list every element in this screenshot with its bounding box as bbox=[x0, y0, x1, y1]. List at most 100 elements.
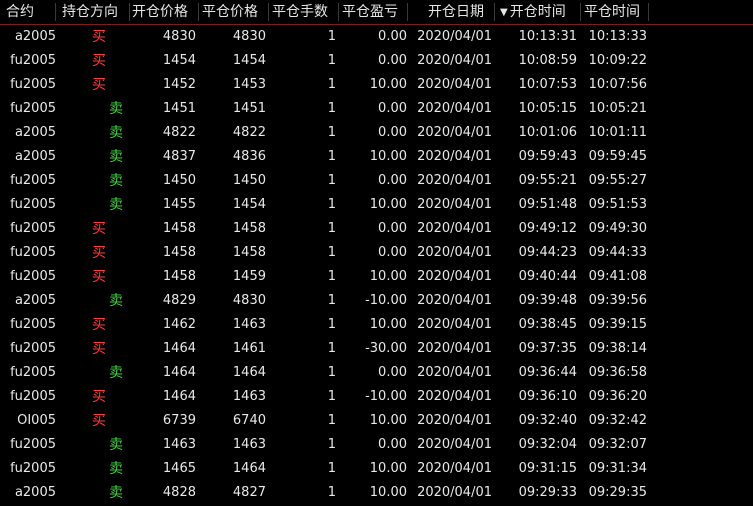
cell-contract: OI005 bbox=[17, 413, 56, 428]
cell-close-price: 1454 bbox=[232, 197, 266, 212]
table-row[interactable]: fu2005 买 1462 1463 1 10.00 2020/04/01 09… bbox=[0, 313, 753, 337]
table-header: 合约 持仓方向 开仓价格 平仓价格 平仓手数 平仓盈亏 开仓日期 ▼ 开仓时间 平… bbox=[0, 0, 753, 25]
table-row[interactable]: fu2005 买 1458 1458 1 0.00 2020/04/01 09:… bbox=[0, 241, 753, 265]
cell-direction: 卖 bbox=[109, 173, 123, 189]
table-row[interactable]: fu2005 卖 1455 1454 1 10.00 2020/04/01 09… bbox=[0, 193, 753, 217]
cell-direction: 卖 bbox=[109, 149, 123, 165]
cell-close-pnl: 0.00 bbox=[378, 101, 407, 116]
cell-contract: fu2005 bbox=[10, 365, 56, 380]
cell-open-time: 09:36:44 bbox=[518, 365, 577, 380]
cell-open-date: 2020/04/01 bbox=[417, 149, 492, 164]
cell-direction: 买 bbox=[92, 341, 106, 357]
table-row[interactable]: fu2005 卖 1463 1463 1 0.00 2020/04/01 09:… bbox=[0, 433, 753, 457]
cell-direction: 买 bbox=[92, 221, 106, 237]
cell-open-time: 09:40:44 bbox=[518, 269, 577, 284]
header-close-price[interactable]: 平仓价格 bbox=[202, 0, 258, 24]
table-row[interactable]: a2005 卖 4822 4822 1 0.00 2020/04/01 10:0… bbox=[0, 121, 753, 145]
table-row[interactable]: fu2005 卖 1451 1451 1 0.00 2020/04/01 10:… bbox=[0, 97, 753, 121]
cell-open-price: 1464 bbox=[162, 365, 196, 380]
table-row[interactable]: fu2005 买 1454 1454 1 0.00 2020/04/01 10:… bbox=[0, 49, 753, 73]
table-row[interactable]: a2005 卖 4829 4830 1 -10.00 2020/04/01 09… bbox=[0, 289, 753, 313]
table-row[interactable]: fu2005 买 1458 1459 1 10.00 2020/04/01 09… bbox=[0, 265, 753, 289]
cell-close-qty: 1 bbox=[327, 221, 336, 236]
cell-open-price: 6739 bbox=[162, 413, 196, 428]
header-close-qty[interactable]: 平仓手数 bbox=[272, 0, 328, 24]
cell-open-time: 09:29:33 bbox=[518, 485, 577, 500]
cell-close-price: 4827 bbox=[232, 485, 266, 500]
cell-open-price: 1464 bbox=[162, 341, 196, 356]
cell-close-pnl: 10.00 bbox=[369, 485, 407, 500]
cell-close-price: 1459 bbox=[232, 269, 266, 284]
cell-direction: 卖 bbox=[109, 197, 123, 213]
cell-close-price: 1464 bbox=[232, 365, 266, 380]
cell-contract: a2005 bbox=[14, 149, 56, 164]
header-direction[interactable]: 持仓方向 bbox=[62, 0, 118, 24]
header-open-price[interactable]: 开仓价格 bbox=[132, 0, 188, 24]
cell-direction: 买 bbox=[92, 53, 106, 69]
cell-close-time: 09:36:58 bbox=[588, 365, 647, 380]
cell-open-price: 1450 bbox=[162, 173, 196, 188]
table-row[interactable]: a2005 卖 4828 4827 1 10.00 2020/04/01 09:… bbox=[0, 481, 753, 505]
header-close-time[interactable]: 平仓时间 bbox=[584, 0, 640, 24]
triangle-down-icon[interactable]: ▼ bbox=[500, 7, 508, 18]
table-row[interactable]: fu2005 买 1464 1463 1 -10.00 2020/04/01 0… bbox=[0, 385, 753, 409]
column-divider[interactable] bbox=[55, 3, 56, 21]
column-divider[interactable] bbox=[648, 3, 649, 21]
cell-close-pnl: 0.00 bbox=[378, 125, 407, 140]
cell-open-date: 2020/04/01 bbox=[417, 53, 492, 68]
cell-close-time: 09:36:20 bbox=[588, 389, 647, 404]
cell-close-pnl: 0.00 bbox=[378, 221, 407, 236]
header-close-pnl[interactable]: 平仓盈亏 bbox=[342, 0, 398, 24]
cell-contract: fu2005 bbox=[10, 77, 56, 92]
header-open-date[interactable]: 开仓日期 bbox=[428, 0, 484, 24]
column-divider[interactable] bbox=[494, 3, 495, 21]
column-divider[interactable] bbox=[129, 3, 130, 21]
cell-close-pnl: 0.00 bbox=[378, 437, 407, 452]
table-row[interactable]: a2005 买 4830 4830 1 0.00 2020/04/01 10:1… bbox=[0, 25, 753, 49]
table-row[interactable]: OI005 买 6739 6740 1 10.00 2020/04/01 09:… bbox=[0, 409, 753, 433]
table-row[interactable]: fu2005 买 1458 1458 1 0.00 2020/04/01 09:… bbox=[0, 217, 753, 241]
column-divider[interactable] bbox=[198, 3, 199, 21]
cell-close-price: 1454 bbox=[232, 53, 266, 68]
cell-close-time: 09:59:45 bbox=[588, 149, 647, 164]
cell-close-time: 09:44:33 bbox=[588, 245, 647, 260]
table-row[interactable]: fu2005 买 1452 1453 1 10.00 2020/04/01 10… bbox=[0, 73, 753, 97]
column-divider[interactable] bbox=[338, 3, 339, 21]
cell-open-time: 09:51:48 bbox=[518, 197, 577, 212]
column-divider[interactable] bbox=[407, 3, 408, 21]
cell-open-date: 2020/04/01 bbox=[417, 437, 492, 452]
cell-open-time: 09:44:23 bbox=[518, 245, 577, 260]
cell-close-time: 10:13:33 bbox=[588, 29, 647, 44]
cell-close-pnl: -30.00 bbox=[365, 341, 407, 356]
header-contract[interactable]: 合约 bbox=[6, 0, 34, 24]
cell-close-qty: 1 bbox=[327, 173, 336, 188]
column-divider[interactable] bbox=[580, 3, 581, 21]
cell-open-time: 10:07:53 bbox=[518, 77, 577, 92]
table-row[interactable]: fu2005 卖 1465 1464 1 10.00 2020/04/01 09… bbox=[0, 457, 753, 481]
cell-close-qty: 1 bbox=[327, 101, 336, 116]
cell-open-price: 1462 bbox=[162, 317, 196, 332]
header-open-time[interactable]: ▼ 开仓时间 bbox=[500, 0, 566, 24]
column-divider[interactable] bbox=[268, 3, 269, 21]
cell-open-price: 1465 bbox=[162, 461, 196, 476]
cell-close-pnl: 10.00 bbox=[369, 77, 407, 92]
cell-close-pnl: 0.00 bbox=[378, 173, 407, 188]
table-row[interactable]: fu2005 卖 1450 1450 1 0.00 2020/04/01 09:… bbox=[0, 169, 753, 193]
cell-contract: a2005 bbox=[14, 485, 56, 500]
cell-open-date: 2020/04/01 bbox=[417, 197, 492, 212]
cell-open-time: 09:37:35 bbox=[518, 341, 577, 356]
cell-close-qty: 1 bbox=[327, 269, 336, 284]
cell-close-price: 4822 bbox=[232, 125, 266, 140]
header-open-time-label: 开仓时间 bbox=[509, 4, 566, 20]
table-row[interactable]: fu2005 卖 1464 1464 1 0.00 2020/04/01 09:… bbox=[0, 361, 753, 385]
cell-close-time: 09:32:07 bbox=[588, 437, 647, 452]
cell-direction: 买 bbox=[92, 77, 106, 93]
closed-positions-table: 合约 持仓方向 开仓价格 平仓价格 平仓手数 平仓盈亏 开仓日期 ▼ 开仓时间 平… bbox=[0, 0, 753, 506]
table-row[interactable]: a2005 卖 4837 4836 1 10.00 2020/04/01 09:… bbox=[0, 145, 753, 169]
cell-open-time: 09:31:15 bbox=[518, 461, 577, 476]
cell-open-price: 4828 bbox=[162, 485, 196, 500]
cell-direction: 卖 bbox=[109, 125, 123, 141]
cell-open-time: 10:01:06 bbox=[518, 125, 577, 140]
table-row[interactable]: fu2005 买 1464 1461 1 -30.00 2020/04/01 0… bbox=[0, 337, 753, 361]
cell-open-date: 2020/04/01 bbox=[417, 413, 492, 428]
